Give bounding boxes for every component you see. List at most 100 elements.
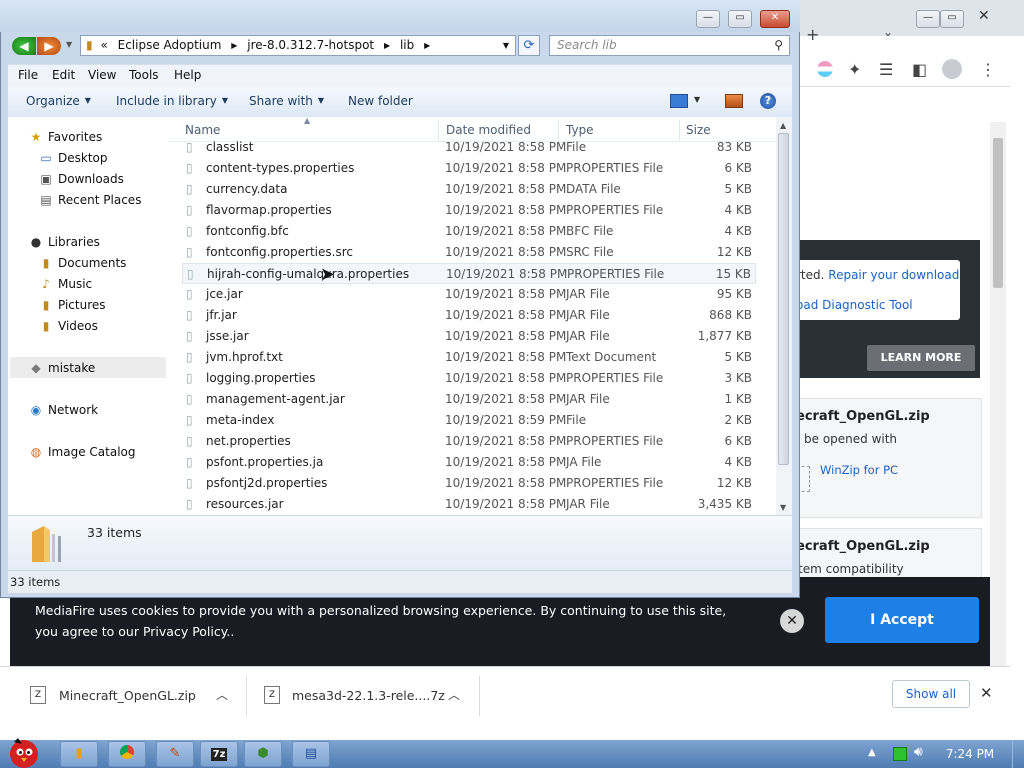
- file-list-scroll-thumb[interactable]: [778, 133, 789, 465]
- file-list-scrollbar[interactable]: ▲ ▼: [776, 117, 792, 515]
- taskbar-chrome-button[interactable]: [108, 741, 146, 767]
- cookie-close-button[interactable]: ✕: [780, 609, 804, 633]
- file-row[interactable]: ▯ management-agent.jar 10/19/2021 8:58 PM J…: [182, 389, 756, 410]
- learn-more-button[interactable]: LEARN MORE: [867, 345, 975, 371]
- taskbar-explorer-button[interactable]: ▮: [60, 741, 98, 767]
- search-icon[interactable]: ⚲: [774, 36, 783, 55]
- extensions-puzzle-icon[interactable]: ✦: [848, 60, 861, 79]
- file-row[interactable]: ▯ psfont.properties.ja 10/19/2021 8:58 PM J…: [182, 452, 756, 473]
- menu-tools[interactable]: Tools: [129, 68, 159, 82]
- nav-downloads[interactable]: ▣ Downloads: [38, 172, 124, 186]
- breadcrumb-lib[interactable]: lib: [400, 36, 414, 55]
- column-date-modified[interactable]: Date modified: [446, 123, 531, 137]
- profile-avatar[interactable]: [942, 59, 962, 79]
- nav-pictures[interactable]: ▮ Pictures: [38, 298, 106, 312]
- file-row[interactable]: ▯ jce.jar 10/19/2021 8:58 PM JAR File 95 KB: [182, 284, 756, 305]
- browser-close-icon[interactable]: ✕: [978, 8, 990, 24]
- new-tab-icon[interactable]: +: [806, 25, 819, 44]
- file-row[interactable]: ▯ classlist 10/19/2021 8:58 PM File 83 KB: [182, 137, 756, 158]
- column-size[interactable]: Size: [686, 123, 711, 137]
- breadcrumb-overflow[interactable]: «: [100, 36, 107, 55]
- menu-file[interactable]: File: [18, 68, 38, 82]
- download-item-minecraft[interactable]: Minecraft_OpenGL.zip: [59, 684, 196, 708]
- preview-pane-icon[interactable]: [725, 94, 743, 108]
- scroll-down-icon[interactable]: ▼: [780, 503, 786, 512]
- repair-download-link[interactable]: Repair your download: [828, 268, 959, 282]
- file-row[interactable]: ▯ fontconfig.bfc 10/19/2021 8:58 PM BFC Fil…: [182, 221, 756, 242]
- address-bar[interactable]: ▮ « Eclipse Adoptium ▶ jre-8.0.312.7-hot…: [80, 35, 516, 56]
- refresh-icon[interactable]: ⟳: [518, 35, 540, 56]
- scroll-up-icon[interactable]: ▲: [780, 121, 786, 130]
- download-item-2-chevron-up-icon[interactable]: ︿: [448, 686, 460, 703]
- file-row[interactable]: ▯ fontconfig.properties.src 10/19/2021 8:5…: [182, 242, 756, 263]
- breadcrumb-arrow-icon[interactable]: ▶: [424, 36, 430, 55]
- nav-desktop[interactable]: ▭ Desktop: [38, 151, 107, 165]
- tray-volume-icon[interactable]: 🔊︎: [914, 744, 923, 760]
- breadcrumb-arrow-icon[interactable]: ▶: [231, 36, 237, 55]
- start-angry-bird-icon[interactable]: [0, 734, 48, 768]
- file-row[interactable]: ▯ meta-index 10/19/2021 8:59 PM File 2 KB: [182, 410, 756, 431]
- diagnostic-tool-link[interactable]: oad Diagnostic Tool: [796, 298, 913, 312]
- forward-arrow-icon[interactable]: ▶: [37, 37, 61, 55]
- organize-button[interactable]: Organize ▼: [26, 94, 91, 108]
- nav-documents[interactable]: ▮ Documents: [38, 256, 127, 270]
- show-all-downloads-button[interactable]: Show all: [892, 680, 970, 708]
- menu-edit[interactable]: Edit: [52, 68, 75, 82]
- taskbar-gem-button[interactable]: ⬢: [244, 741, 282, 767]
- share-with-button[interactable]: Share with ▼: [249, 94, 324, 108]
- show-desktop-button[interactable]: [1012, 740, 1024, 768]
- explorer-maximize-button[interactable]: ▭: [728, 10, 752, 28]
- column-type[interactable]: Type: [566, 123, 594, 137]
- breadcrumb-arrow-icon[interactable]: ▶: [384, 36, 390, 55]
- breadcrumb-jre[interactable]: jre-8.0.312.7-hotspot: [247, 36, 374, 55]
- file-row[interactable]: ▯ hijrah-config-umalqura.properties 10/19/…: [182, 263, 756, 284]
- nav-music[interactable]: ♪ Music: [38, 277, 92, 291]
- nav-image-catalog[interactable]: ◍ Image Catalog: [28, 445, 136, 459]
- file-row[interactable]: ▯ jvm.hprof.txt 10/19/2021 8:58 PM Text Doc…: [182, 347, 756, 368]
- nav-mistake[interactable]: ◆ mistake: [28, 361, 95, 375]
- taskbar-clock[interactable]: 7:24 PM: [940, 740, 1000, 768]
- include-in-library-button[interactable]: Include in library ▼: [116, 94, 228, 108]
- file-row[interactable]: ▯ content-types.properties 10/19/2021 8:58…: [182, 158, 756, 179]
- nav-libraries[interactable]: ● Libraries: [28, 235, 100, 249]
- media-queue-icon[interactable]: ☰: [879, 60, 893, 79]
- nav-favorites[interactable]: ★ Favorites: [28, 130, 103, 144]
- new-folder-button[interactable]: New folder: [348, 94, 413, 108]
- nav-videos[interactable]: ▮ Videos: [38, 319, 98, 333]
- download-item-mesa3d[interactable]: mesa3d-22.1.3-rele....7z: [292, 684, 445, 708]
- browser-menu-icon[interactable]: ⋮: [980, 60, 996, 79]
- download-item-chevron-up-icon[interactable]: ︿: [216, 686, 228, 703]
- menu-help[interactable]: Help: [174, 68, 201, 82]
- browser-maximize-button[interactable]: ▭: [940, 10, 964, 28]
- explorer-titlebar[interactable]: [0, 0, 800, 32]
- winzip-link[interactable]: WinZip for PC: [820, 463, 898, 477]
- tray-network-icon[interactable]: [893, 747, 907, 761]
- taskbar-window-button[interactable]: ▤: [292, 741, 330, 767]
- explorer-close-button[interactable]: ✕: [760, 10, 790, 28]
- file-row[interactable]: ▯ resources.jar 10/19/2021 8:58 PM JAR File…: [182, 494, 756, 515]
- taskbar-7zip-button[interactable]: 7z: [200, 741, 238, 767]
- recent-pages-chevron-icon[interactable]: ▼: [66, 40, 72, 49]
- accept-cookies-button[interactable]: I Accept: [825, 597, 979, 643]
- breadcrumb-eclipse-adoptium[interactable]: Eclipse Adoptium: [118, 36, 222, 55]
- browser-minimize-button[interactable]: —: [916, 10, 940, 28]
- side-panel-icon[interactable]: ◧: [912, 60, 927, 79]
- file-row[interactable]: ▯ net.properties 10/19/2021 8:58 PM PROPERT…: [182, 431, 756, 452]
- tray-expand-icon[interactable]: ▲: [868, 747, 876, 758]
- help-icon[interactable]: ?: [760, 93, 776, 109]
- nav-network[interactable]: ◉ Network: [28, 403, 98, 417]
- file-row[interactable]: ▯ logging.properties 10/19/2021 8:58 PM PRO…: [182, 368, 756, 389]
- browser-scroll-thumb[interactable]: [993, 138, 1003, 288]
- explorer-minimize-button[interactable]: —: [696, 10, 720, 28]
- view-options-chevron-icon[interactable]: ▼: [694, 95, 700, 104]
- change-view-icon[interactable]: [670, 94, 688, 108]
- search-input[interactable]: Search lib ⚲: [549, 35, 790, 56]
- extension-flag-icon[interactable]: [817, 61, 833, 77]
- column-name[interactable]: Name: [185, 123, 220, 137]
- menu-view[interactable]: View: [88, 68, 116, 82]
- back-arrow-icon[interactable]: ◀: [12, 37, 36, 55]
- tab-list-chevron-icon[interactable]: ⌄: [883, 25, 893, 39]
- file-row[interactable]: ▯ jsse.jar 10/19/2021 8:58 PM JAR File 1,877…: [182, 326, 756, 347]
- taskbar-app-button[interactable]: ✎: [156, 741, 194, 767]
- file-row[interactable]: ▯ psfontj2d.properties 10/19/2021 8:58 PM P…: [182, 473, 756, 494]
